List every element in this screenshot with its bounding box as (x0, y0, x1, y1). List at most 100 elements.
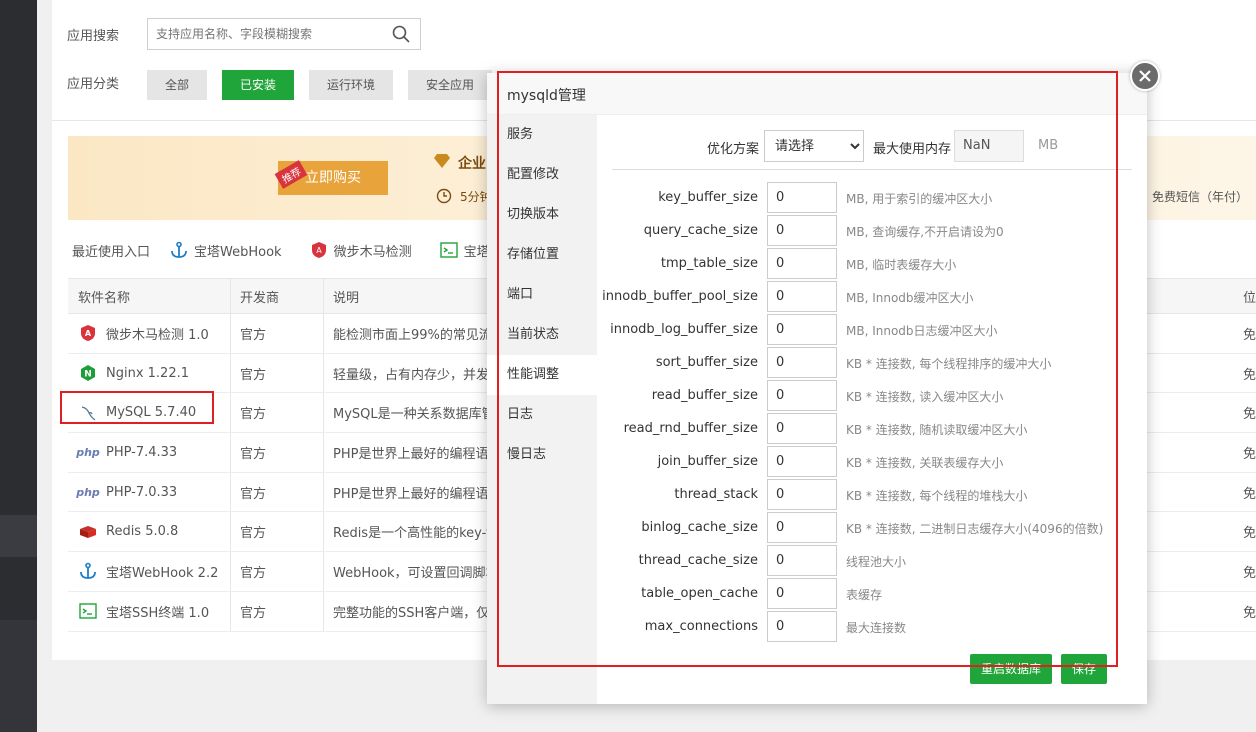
recent-item-trojan[interactable]: A 微步木马检测 (310, 241, 412, 260)
param-input[interactable]: 0 (767, 281, 837, 312)
software-dev: 官方 (240, 605, 267, 621)
category-security[interactable]: 安全应用 (408, 70, 493, 100)
terminal-icon (439, 242, 458, 258)
save-button[interactable]: 保存 (1061, 654, 1107, 684)
param-input[interactable]: 0 (767, 413, 837, 444)
modal-nav-item[interactable]: 存储位置 (487, 235, 597, 275)
category-label: 应用分类 (67, 77, 120, 92)
restart-db-button[interactable]: 重启数据库 (970, 654, 1052, 684)
param-input[interactable]: 0 (767, 347, 837, 378)
param-row: sort_buffer_size 0 KB * 连接数, 每个线程排序的缓冲大小 (597, 347, 1147, 380)
modal-close-button[interactable] (1130, 61, 1160, 91)
software-name[interactable]: PHP-7.4.33 (106, 445, 177, 460)
anchor-icon (171, 241, 187, 258)
software-pos: 免 (1242, 486, 1256, 502)
param-input[interactable]: 0 (767, 578, 837, 609)
modal-nav-item[interactable]: 服务 (487, 115, 597, 155)
param-row: read_rnd_buffer_size 0 KB * 连接数, 随机读取缓冲区大小 (597, 413, 1147, 446)
software-dev: 官方 (240, 407, 267, 423)
optimize-select[interactable]: 请选择 (764, 130, 864, 162)
category-all[interactable]: 全部 (147, 70, 208, 100)
param-input[interactable]: 0 (767, 512, 837, 543)
recent-label: 最近使用入口 (72, 244, 151, 260)
software-desc: 轻量级，占有内存少，并发能 (333, 367, 503, 383)
clock-icon (436, 188, 452, 204)
mysql-highlight (60, 391, 214, 424)
search-input[interactable] (148, 19, 378, 49)
software-name[interactable]: Nginx 1.22.1 (106, 366, 189, 381)
software-name[interactable]: Redis 5.0.8 (106, 524, 178, 539)
param-input[interactable]: 0 (767, 248, 837, 279)
software-pos: 免 (1242, 446, 1256, 462)
terminal-icon (78, 601, 98, 621)
software-pos: 免 (1242, 327, 1256, 343)
param-label: innodb_buffer_pool_size (602, 289, 758, 304)
svg-text:N: N (84, 370, 92, 380)
param-input[interactable]: 0 (767, 479, 837, 510)
software-pos: 免 (1242, 526, 1256, 542)
param-row: thread_stack 0 KB * 连接数, 每个线程的堆栈大小 (597, 479, 1147, 512)
recent-entries: 最近使用入口 宝塔WebHook A 微步木马检测 宝塔 (72, 240, 518, 260)
search-label: 应用搜索 (67, 28, 120, 44)
param-input[interactable]: 0 (767, 215, 837, 246)
param-desc: KB * 连接数, 关联表缓存大小 (846, 456, 1004, 470)
modal-nav-item[interactable]: 配置修改 (487, 155, 597, 195)
param-desc: MB, 用于索引的缓冲区大小 (846, 192, 993, 206)
search-box[interactable] (147, 18, 421, 50)
software-desc: MySQL是一种关系数据库管理 (333, 407, 508, 423)
param-input[interactable]: 0 (767, 446, 837, 477)
param-desc: KB * 连接数, 读入缓冲区大小 (846, 390, 1004, 404)
param-input[interactable]: 0 (767, 314, 837, 345)
max-memory-input[interactable]: NaN (954, 130, 1024, 162)
param-row: table_open_cache 0 表缓存 (597, 578, 1147, 611)
php-icon: php (76, 445, 100, 459)
enterprise-title: 企业 (458, 156, 486, 172)
modal-nav-item[interactable]: 当前状态 (487, 315, 597, 355)
param-label: binlog_cache_size (641, 520, 758, 535)
recent-item-ssh[interactable]: 宝塔 (439, 241, 490, 260)
sidebar-active-item[interactable] (0, 515, 37, 557)
param-desc: 最大连接数 (846, 621, 907, 635)
software-name[interactable]: 宝塔WebHook 2.2 (106, 562, 218, 581)
software-dev: 官方 (240, 526, 267, 542)
param-label: key_buffer_size (658, 190, 758, 205)
software-name[interactable]: 宝塔SSH终端 1.0 (106, 602, 209, 621)
modal-nav-item[interactable]: 慢日志 (487, 435, 597, 475)
param-input[interactable]: 0 (767, 611, 837, 642)
modal-divider (612, 169, 1132, 170)
recent-item-webhook[interactable]: 宝塔WebHook (170, 241, 282, 260)
software-name[interactable]: PHP-7.0.33 (106, 485, 177, 500)
param-row: tmp_table_size 0 MB, 临时表缓存大小 (597, 248, 1147, 281)
category-installed[interactable]: 已安装 (222, 70, 295, 100)
search-icon[interactable] (392, 25, 410, 43)
software-desc: 完整功能的SSH客户端，仅用 (333, 605, 503, 621)
software-name[interactable]: 微步木马检测 1.0 (106, 324, 209, 343)
software-dev: 官方 (240, 367, 267, 383)
promo-sms: 免费短信（年付） (1151, 190, 1248, 204)
param-label: read_rnd_buffer_size (623, 421, 758, 436)
param-input[interactable]: 0 (767, 182, 837, 213)
param-row: query_cache_size 0 MB, 查询缓存,不开启请设为0 (597, 215, 1147, 248)
modal-nav-item[interactable]: 日志 (487, 395, 597, 435)
modal-nav-item[interactable]: 性能调整 (487, 355, 597, 395)
close-icon (1139, 70, 1151, 82)
diamond-icon (434, 154, 450, 168)
param-desc: KB * 连接数, 随机读取缓冲区大小 (846, 423, 1028, 437)
param-input[interactable]: 0 (767, 545, 837, 576)
modal-nav-item[interactable]: 端口 (487, 275, 597, 315)
param-label: table_open_cache (641, 586, 758, 601)
max-memory-unit: MB (1038, 138, 1059, 153)
param-desc: MB, 临时表缓存大小 (846, 258, 957, 272)
param-label: sort_buffer_size (655, 355, 758, 370)
col-desc: 说明 (333, 290, 360, 306)
category-runtime[interactable]: 运行环境 (309, 70, 394, 100)
param-desc: MB, Innodb缓冲区大小 (846, 291, 974, 305)
param-label: read_buffer_size (651, 388, 758, 403)
param-input[interactable]: 0 (767, 380, 837, 411)
modal-nav-item[interactable]: 切换版本 (487, 195, 597, 235)
param-row: thread_cache_size 0 线程池大小 (597, 545, 1147, 578)
search-row: 应用搜索 (67, 18, 119, 50)
software-desc: 能检测市面上99%的常见流行 (333, 327, 505, 343)
shield-icon: A (78, 323, 98, 343)
max-memory-label: 最大使用内存 (873, 142, 952, 157)
